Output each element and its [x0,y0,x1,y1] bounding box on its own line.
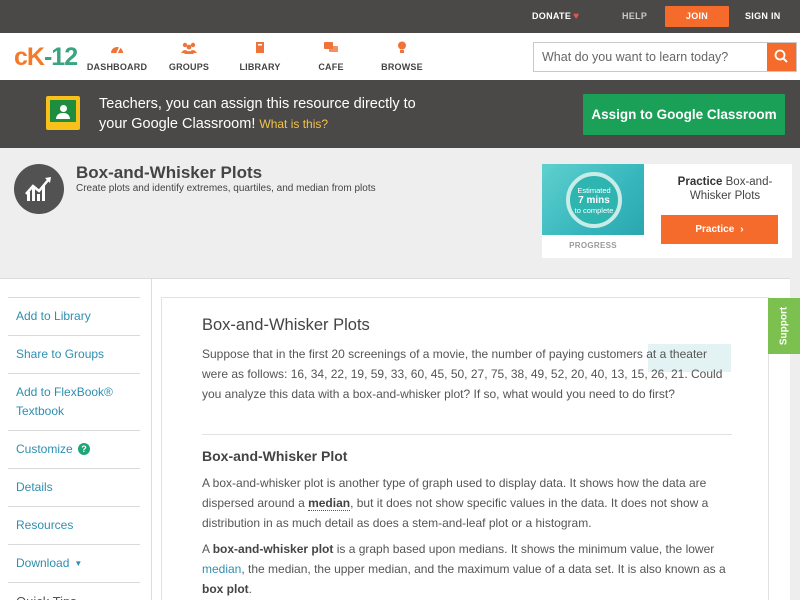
nav-cafe-label: CAFE [318,62,344,72]
p3-bold-term-2: box plot [202,582,249,596]
top-utility-bar: DONATE ♥ HELP JOIN SIGN IN [0,0,800,33]
p3-text-b: is a graph based upon medians. It shows … [333,542,715,556]
nav-library-label: LIBRARY [239,62,281,72]
article-paragraph-2: A box-and-whisker plot is a graph based … [202,539,732,599]
p3-text-d: . [248,582,253,596]
practice-progress-image: Estimated 7 mins to complete [542,164,644,235]
google-classroom-icon [46,96,80,130]
median-vocab-term[interactable]: median [308,496,351,511]
nav-groups[interactable]: GROUPS [154,41,224,72]
groups-icon [154,41,224,58]
join-button[interactable]: JOIN [665,6,729,27]
concept-title: Box-and-Whisker Plots [76,163,263,182]
article-paragraph-1: A box-and-whisker plot is another type o… [202,473,732,533]
practice-title-bold: Practice [677,176,723,188]
customize-label: Customize [16,442,73,456]
logo-text-left: cK [14,43,45,71]
nav-dashboard[interactable]: DASHBOARD [82,41,152,72]
sidebar-item-details[interactable]: Details [8,468,140,506]
content-area: Add to Library Share to Groups Add to Fl… [0,278,790,600]
download-label: Download [16,556,70,570]
caret-down-icon: ▼ [74,559,83,568]
sign-in-link[interactable]: SIGN IN [745,0,781,33]
practice-button[interactable]: Practice › [661,215,778,244]
sidebar-item-resources[interactable]: Resources [8,506,140,544]
concept-chart-icon [14,164,64,214]
sidebar-item-quick-tips[interactable]: Quick Tips [8,582,140,600]
search-button[interactable] [767,43,796,71]
search-bar [533,42,797,72]
donate-label: DONATE [532,11,572,21]
help-link[interactable]: HELP [622,0,647,33]
practice-button-label: Practice [695,224,735,235]
estimated-time-badge: Estimated 7 mins to complete [566,172,622,228]
assign-google-classroom-button[interactable]: Assign to Google Classroom [583,94,785,135]
banner-text: Teachers, you can assign this resource d… [99,96,416,132]
section-divider [202,434,732,435]
heart-icon: ♥ [573,11,580,22]
what-is-this-link[interactable]: What is this? [259,117,328,131]
search-input[interactable] [534,43,768,71]
support-tab[interactable]: Support [768,298,800,354]
sidebar-item-add-to-library[interactable]: Add to Library [8,297,140,335]
to-complete-label: to complete [574,206,614,215]
article-intro: Suppose that in the first 20 screenings … [202,347,723,401]
progress-label: PROGRESS [569,241,617,250]
sidebar-item-share-to-groups[interactable]: Share to Groups [8,335,140,373]
article-body: Box-and-Whisker Plots Suppose that in th… [161,297,769,600]
ck12-logo[interactable]: cK-12 [14,43,78,72]
practice-card-title: Practice Box-and-Whisker Plots [660,175,790,203]
support-label: Support [778,306,790,346]
article-title: Box-and-Whisker Plots [202,316,370,334]
nav-cafe[interactable]: CAFE [296,41,366,72]
help-circle-icon[interactable]: ? [78,443,91,455]
sidebar-item-download[interactable]: Download ▼ [8,544,140,582]
banner-message: Teachers, you can assign this resource d… [99,94,439,134]
donate-link[interactable]: DONATE ♥ [532,0,579,33]
dashboard-icon [82,41,152,58]
sidebar-item-add-to-flexbook[interactable]: Add to FlexBook® Textbook [8,373,140,430]
sidebar-menu: Add to Library Share to Groups Add to Fl… [8,297,140,600]
main-nav: cK-12 DASHBOARD GROUPS LIBRARY CAFE BROW… [0,33,800,80]
estimated-label: Estimated [577,186,611,195]
teacher-banner: Teachers, you can assign this resource d… [0,80,800,148]
p3-text-c: , the median, the upper median, and the … [241,562,726,576]
sidebar-item-customize[interactable]: Customize ? [8,430,140,468]
search-icon [774,49,788,63]
library-icon [225,41,295,58]
nav-dashboard-label: DASHBOARD [86,62,148,72]
logo-text-right: -12 [43,43,78,71]
section-heading: Box-and-Whisker Plot [202,448,348,464]
estimated-mins: 7 mins [578,195,610,206]
nav-groups-label: GROUPS [168,62,210,72]
sidebar-divider [151,279,152,600]
p3-text-a: A [202,542,213,556]
p3-bold-term: box-and-whisker plot [212,542,334,556]
nav-browse-label: BROWSE [381,62,423,72]
concept-description: Create plots and identify extremes, quar… [76,183,376,194]
median-link[interactable]: median [202,562,241,576]
nav-browse[interactable]: BROWSE [367,41,437,72]
browse-icon [367,41,437,58]
nav-library[interactable]: LIBRARY [225,41,295,72]
cafe-icon [296,41,366,58]
practice-card: Estimated 7 mins to complete PROGRESS Pr… [542,164,792,258]
chevron-right-icon: › [740,224,744,235]
